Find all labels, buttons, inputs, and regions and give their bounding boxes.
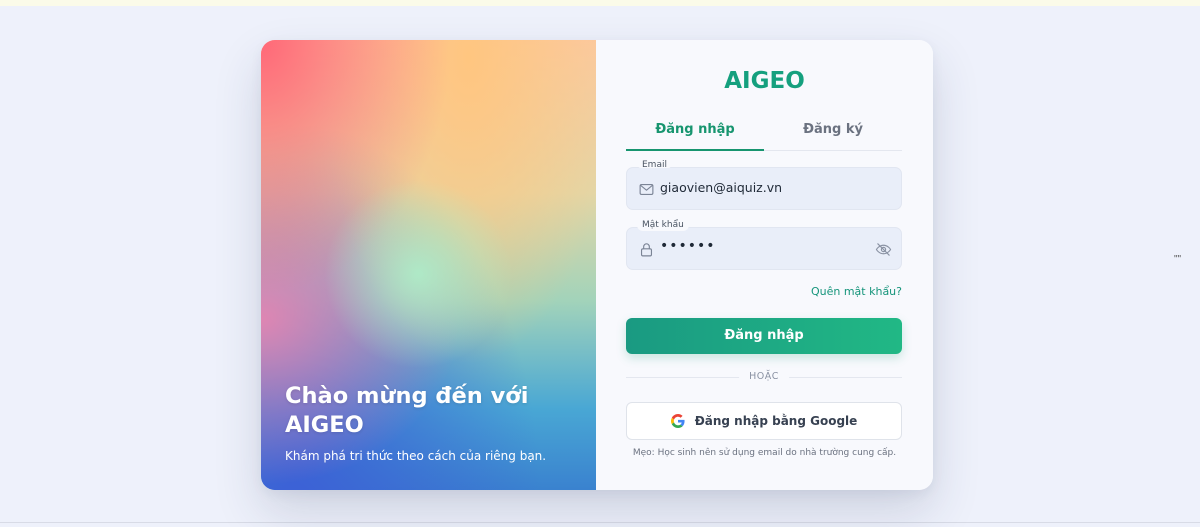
or-divider-text: HOẶC bbox=[739, 371, 789, 382]
password-input[interactable]: •••••• bbox=[660, 238, 716, 254]
login-card: Chào mừng đến với AIGEO Khám phá tri thứ… bbox=[261, 40, 933, 490]
tab-register[interactable]: Đăng ký bbox=[764, 120, 902, 149]
email-field[interactable]: Email giaovien@aiquiz.vn bbox=[626, 160, 902, 210]
corner-glyph: "" bbox=[1174, 254, 1182, 265]
google-login-button[interactable]: Đăng nhập bằng Google bbox=[626, 402, 902, 440]
google-icon bbox=[670, 414, 685, 428]
lock-icon bbox=[638, 241, 655, 258]
login-button[interactable]: Đăng nhập bbox=[626, 318, 902, 354]
top-strip bbox=[0, 0, 1200, 6]
hero-subtitle: Khám phá tri thức theo cách của riêng bạ… bbox=[285, 449, 547, 463]
tab-login[interactable]: Đăng nhập bbox=[626, 120, 764, 151]
password-label: Mật khẩu bbox=[637, 219, 689, 231]
eye-off-icon[interactable] bbox=[875, 241, 892, 258]
email-label: Email bbox=[637, 160, 672, 168]
brand-title: AIGEO bbox=[724, 68, 805, 94]
auth-tabs: Đăng nhập Đăng ký bbox=[626, 120, 902, 151]
bottom-divider bbox=[0, 522, 1200, 523]
email-input[interactable]: giaovien@aiquiz.vn bbox=[660, 180, 782, 195]
hero-panel: Chào mừng đến với AIGEO Khám phá tri thứ… bbox=[261, 40, 596, 490]
google-button-label: Đăng nhập bằng Google bbox=[694, 414, 858, 428]
forgot-password-link[interactable]: Quên mật khẩu? bbox=[811, 285, 902, 298]
form-panel: AIGEO Đăng nhập Đăng ký Email giaovien@a… bbox=[596, 40, 933, 490]
tip-text: Mẹo: Học sinh nên sử dụng email do nhà t… bbox=[632, 448, 897, 458]
password-field[interactable]: Mật khẩu •••••• bbox=[626, 219, 902, 270]
mail-icon bbox=[638, 181, 655, 198]
hero-title: Chào mừng đến với AIGEO bbox=[285, 383, 529, 438]
